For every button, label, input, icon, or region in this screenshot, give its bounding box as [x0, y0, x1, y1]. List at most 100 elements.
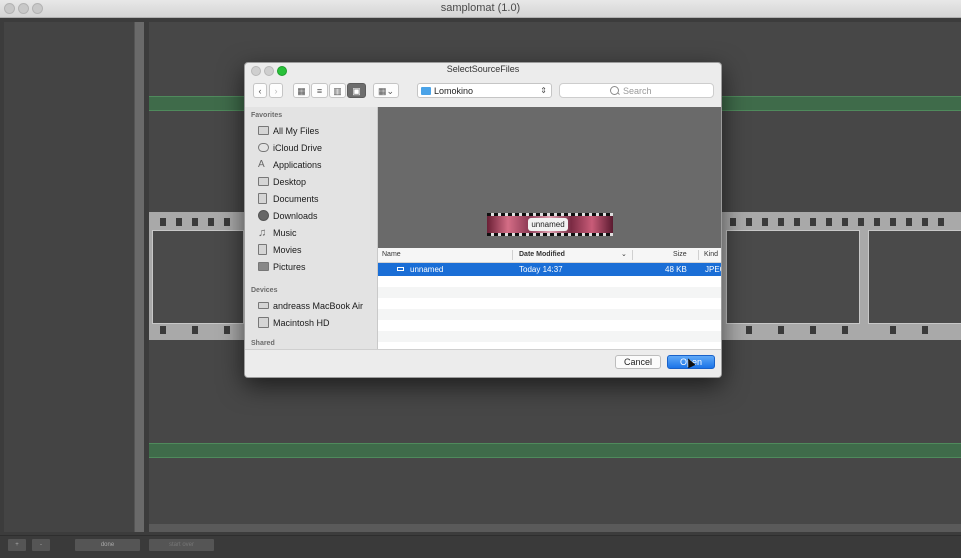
sprocket [810, 326, 816, 334]
column-header-size[interactable]: Size [673, 248, 687, 262]
sidebar-item-label: Downloads [273, 211, 318, 221]
file-name-cell: unnamed [410, 265, 444, 274]
sidebar-item-label: Movies [273, 245, 302, 255]
dialog-sidebar: Favorites All My Files iCloud Drive A App… [245, 107, 378, 349]
sprocket [778, 218, 784, 226]
film-frame [868, 230, 961, 324]
sort-chevron-icon: ⌄ [621, 251, 627, 258]
sprocket [762, 218, 768, 226]
column-header-kind[interactable]: Kind [704, 248, 720, 262]
app-title: samplomat (1.0) [440, 2, 521, 14]
sprocket [778, 326, 784, 334]
sprocket [890, 326, 896, 334]
icon-view-button[interactable]: ▦ [293, 83, 310, 98]
sidebar-item-applications[interactable]: A Applications [245, 157, 377, 174]
left-panel-scrollbar[interactable] [134, 22, 144, 532]
sidebar-item-macbook-air[interactable]: andreass MacBook Air [245, 298, 377, 315]
back-button[interactable]: ‹ [253, 83, 267, 98]
applications-icon: A [258, 159, 265, 170]
sprocket [224, 326, 230, 334]
sprocket [858, 218, 864, 226]
movies-icon [258, 244, 267, 255]
film-frame [726, 230, 860, 324]
column-separator [698, 250, 699, 260]
thumbnail-label: unnamed [528, 218, 568, 231]
coverflow-view-button[interactable]: ▣ [347, 83, 366, 98]
horizontal-scrollbar[interactable] [149, 524, 961, 532]
pictures-icon [258, 262, 269, 271]
grid-icon: ▦ [297, 86, 306, 96]
sidebar-header-favorites: Favorites [251, 112, 283, 119]
sidebar-item-label: All My Files [273, 126, 320, 136]
chevron-right-icon: › [274, 86, 278, 96]
columns-icon: ▥ [333, 86, 342, 96]
add-button[interactable]: + [8, 539, 26, 551]
sidebar-item-macintosh-hd[interactable]: Macintosh HD [245, 315, 377, 332]
sidebar-item-label: Applications [273, 160, 322, 170]
column-header-name[interactable]: Name [382, 248, 401, 262]
start-over-button[interactable]: start over [149, 539, 214, 551]
sprocket [746, 218, 752, 226]
left-panel [4, 22, 144, 532]
dialog-title: SelectSourceFiles [446, 64, 520, 74]
remove-button[interactable]: - [32, 539, 50, 551]
chevron-left-icon: ‹ [258, 86, 262, 96]
search-icon-handle [617, 92, 620, 95]
sidebar-item-desktop[interactable]: Desktop [245, 174, 377, 191]
all-files-icon [258, 126, 269, 135]
thumbnail-sprockets-top [487, 213, 613, 216]
file-size-cell: 48 KB [665, 265, 687, 274]
sprocket [842, 218, 848, 226]
sidebar-item-music[interactable]: ♫ Music [245, 225, 377, 242]
sprocket [730, 218, 736, 226]
sprocket [922, 218, 928, 226]
sidebar-header-devices: Devices [251, 287, 278, 294]
sidebar-item-pictures[interactable]: Pictures [245, 259, 377, 276]
green-track-bottom [149, 443, 961, 458]
sidebar-item-label: Pictures [273, 262, 306, 272]
sidebar-item-movies[interactable]: Movies [245, 242, 377, 259]
sprocket [842, 326, 848, 334]
sidebar-item-label: Documents [273, 194, 319, 204]
sidebar-item-label: andreass MacBook Air [273, 301, 364, 311]
sprocket [906, 218, 912, 226]
sidebar-item-documents[interactable]: Documents [245, 191, 377, 208]
sprocket [810, 218, 816, 226]
done-button[interactable]: done [75, 539, 140, 551]
sprocket [794, 218, 800, 226]
list-icon: ≡ [316, 86, 323, 96]
sprocket [922, 326, 928, 334]
sidebar-item-all-my-files[interactable]: All My Files [245, 123, 377, 140]
arrange-button[interactable]: ▦⌄ [373, 83, 399, 98]
forward-button[interactable]: › [269, 83, 283, 98]
column-separator [632, 250, 633, 260]
laptop-icon [258, 302, 269, 309]
column-header-date-modified[interactable]: Date Modified [519, 248, 565, 262]
disk-icon [258, 317, 269, 328]
cancel-button[interactable]: Cancel [615, 355, 661, 369]
list-view-button[interactable]: ≡ [311, 83, 328, 98]
music-icon: ♫ [258, 227, 267, 239]
sidebar-header-shared: Shared [251, 340, 275, 347]
sprocket [890, 218, 896, 226]
sprocket [192, 326, 198, 334]
search-placeholder: Search [623, 86, 652, 96]
file-icon [397, 267, 404, 271]
sprocket [826, 218, 832, 226]
column-view-button[interactable]: ▥ [329, 83, 346, 98]
location-label: Lomokino [434, 86, 474, 96]
sidebar-item-label: Macintosh HD [273, 318, 330, 328]
sprocket [938, 218, 944, 226]
cloud-icon [258, 143, 269, 152]
column-separator [512, 250, 513, 260]
file-list-header: Name Date Modified ⌄ Size Kind [378, 248, 721, 263]
sidebar-item-icloud-drive[interactable]: iCloud Drive [245, 140, 377, 157]
sidebar-item-downloads[interactable]: Downloads [245, 208, 377, 225]
sprocket [874, 218, 880, 226]
location-popup[interactable]: Lomokino ⇕ [417, 83, 552, 98]
documents-icon [258, 193, 267, 204]
search-field[interactable]: Search [559, 83, 714, 98]
sprocket [192, 218, 198, 226]
sidebar-item-label: iCloud Drive [273, 143, 323, 153]
sidebar-item-label: Desktop [273, 177, 307, 187]
